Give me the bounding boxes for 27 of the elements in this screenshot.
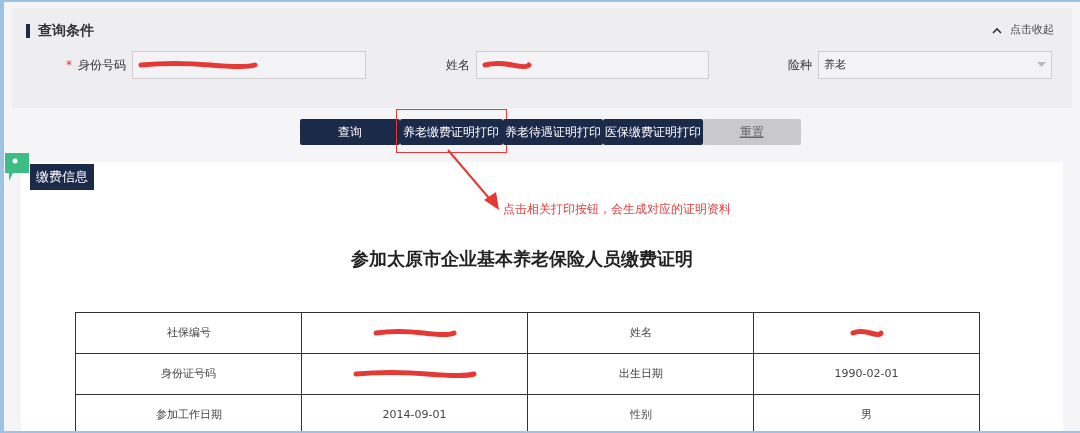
field-label: 身份号码 xyxy=(78,57,126,74)
table-cell: 社保编号 xyxy=(75,312,302,354)
action-button[interactable]: 查询 xyxy=(299,119,400,145)
insurance-select[interactable]: 养老 xyxy=(818,51,1052,79)
panel-title: 查询条件 xyxy=(38,21,94,40)
action-button[interactable]: 医保缴费证明打印 xyxy=(602,119,703,145)
section-tag: 缴费信息 xyxy=(30,164,94,190)
input-field[interactable] xyxy=(132,51,366,79)
action-button[interactable]: 养老待遇证明打印 xyxy=(502,119,603,145)
action-button[interactable]: 养老缴费证明打印 xyxy=(399,119,503,145)
redaction-scribble xyxy=(849,328,884,337)
title-marker xyxy=(26,23,30,38)
redaction-scribble xyxy=(482,61,532,69)
table-cell: 参加工作日期 xyxy=(75,394,302,431)
required-asterisk: * xyxy=(66,57,72,74)
certificate-title: 参加太原市企业基本养老保险人员缴费证明 xyxy=(350,246,694,271)
annotation-text: 点击相关打印按钮，会生成对应的证明资料 xyxy=(503,201,731,218)
table-cell: 出生日期 xyxy=(527,353,754,395)
field-label: 险种 xyxy=(788,57,812,74)
input-field[interactable] xyxy=(476,51,709,79)
table-cell: 身份证号码 xyxy=(75,353,302,395)
collapse-link[interactable]: 点击收起 xyxy=(992,22,1054,39)
table-cell: 1990-02-01 xyxy=(753,353,980,395)
table-cell: 姓名 xyxy=(527,312,754,354)
chevron-up-icon xyxy=(992,27,1002,34)
dropdown-caret-icon xyxy=(1037,62,1046,68)
field-label: 姓名 xyxy=(446,57,470,74)
